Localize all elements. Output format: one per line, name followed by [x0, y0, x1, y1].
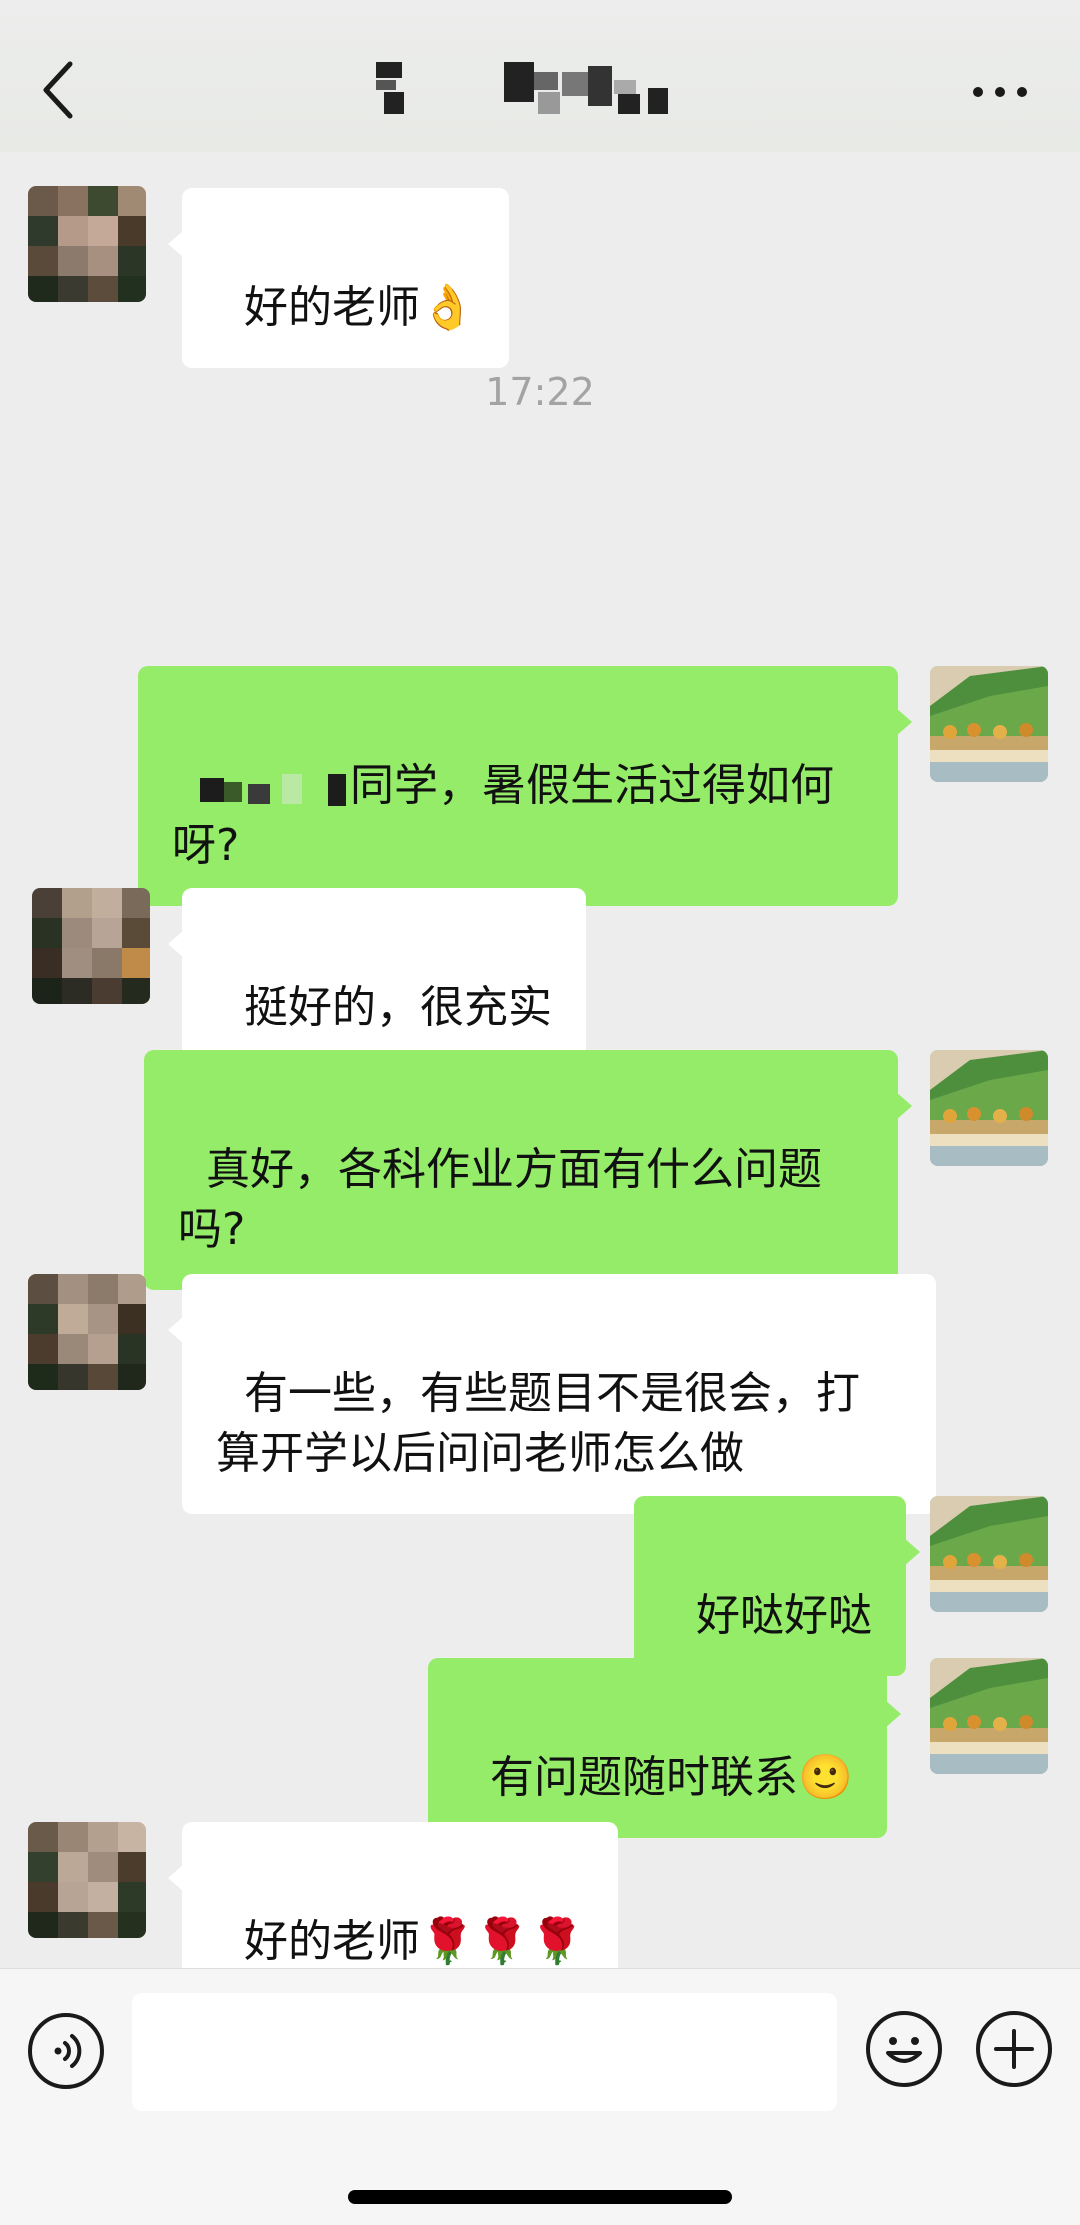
message-text: 挺好的，很充实 [243, 982, 552, 1033]
contact-avatar[interactable] [28, 1822, 146, 1938]
input-bar [0, 1968, 1080, 2225]
my-avatar[interactable] [930, 666, 1048, 782]
more-options-button[interactable] [970, 72, 1030, 112]
ok-hand-emoji: 👌 [419, 282, 475, 333]
landscape-avatar-image [930, 1050, 1048, 1166]
emoji-button[interactable] [866, 2011, 942, 2087]
landscape-avatar-image [930, 1658, 1048, 1774]
redacted-name [199, 768, 350, 808]
my-avatar[interactable] [930, 1050, 1048, 1166]
message-input[interactable] [132, 1993, 837, 2111]
message-bubble[interactable]: 有一些，有些题目不是很会，打 算开学以后问问老师怎么做 [168, 1274, 936, 1514]
smiley-emoji: 🙂 [797, 1752, 853, 1803]
message-text: 好哒好哒 [695, 1590, 872, 1641]
message-bubble[interactable]: 好的老师👌 [168, 188, 509, 368]
message-bubble[interactable]: 好哒好哒 [634, 1496, 920, 1676]
my-avatar[interactable] [930, 1658, 1048, 1774]
message-bubble[interactable]: 真好，各科作业方面有什么问题 吗? [144, 1050, 912, 1290]
message-bubble[interactable]: 挺好的，很充实 [168, 888, 586, 1068]
chevron-left-icon [43, 61, 73, 119]
rose-emoji: 🌹🌹🌹 [419, 1916, 585, 1967]
message-text: 有一些，有些题目不是很会，打 算开学以后问问老师怎么做 [216, 1368, 860, 1479]
contact-avatar[interactable] [28, 1274, 146, 1390]
back-button[interactable] [40, 60, 80, 120]
plus-icon [994, 2029, 1034, 2069]
message-bubble[interactable]: 有问题随时联系🙂 [428, 1658, 901, 1838]
landscape-avatar-image [930, 1496, 1048, 1612]
my-avatar[interactable] [930, 1496, 1048, 1612]
ellipsis-icon [973, 87, 1027, 97]
message-text: 有问题随时联系 [489, 1752, 798, 1803]
message-text: 好的老师 [243, 1916, 420, 1967]
contact-avatar[interactable] [32, 888, 150, 1004]
message-timestamp: 17:22 [485, 370, 595, 414]
more-functions-button[interactable] [976, 2011, 1052, 2087]
message-text: 真好，各科作业方面有什么问题 吗? [178, 1144, 822, 1255]
home-indicator[interactable] [348, 2190, 732, 2204]
contact-avatar[interactable] [28, 186, 146, 302]
smiley-icon [886, 2037, 922, 2063]
chat-header [0, 0, 1080, 152]
message-text: 好的老师 [243, 282, 420, 333]
chat-title [370, 58, 710, 120]
landscape-avatar-image [930, 666, 1048, 782]
message-bubble[interactable]: 同学，暑假生活过得如何 呀? [138, 666, 912, 906]
voice-icon [54, 2034, 82, 2068]
voice-button[interactable] [28, 2013, 104, 2089]
